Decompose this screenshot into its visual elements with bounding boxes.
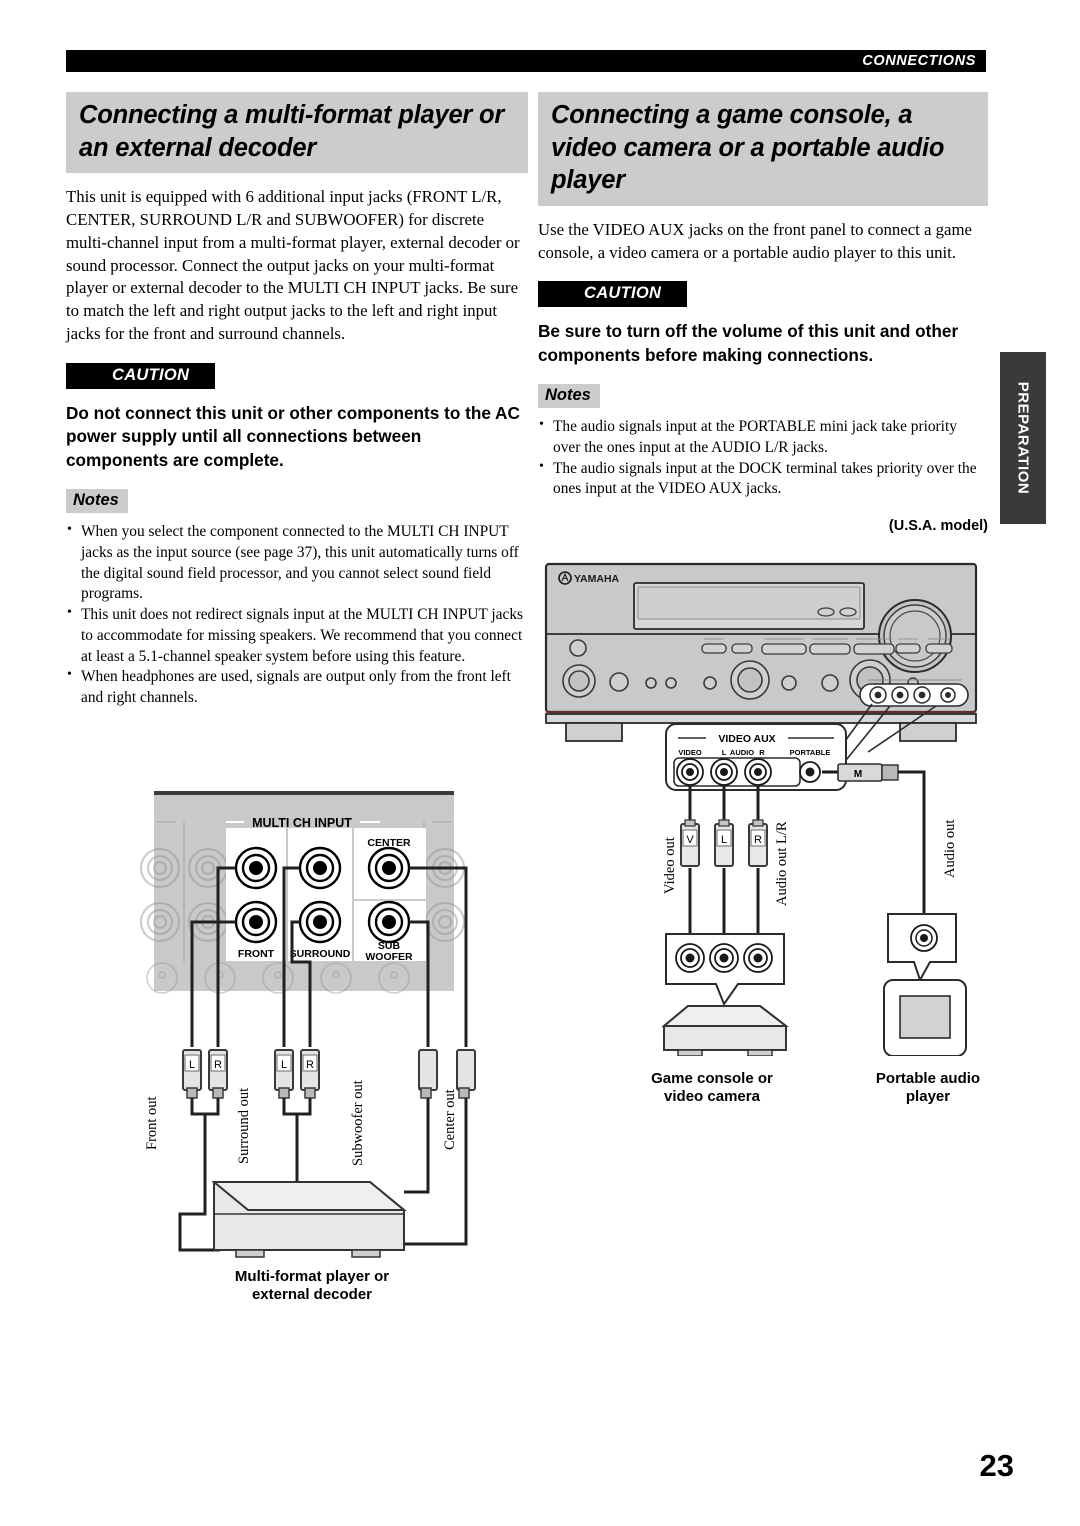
svg-text:L: L	[281, 1059, 287, 1071]
plug-surround-right: R	[300, 1049, 320, 1099]
cable-label-center-out: Center out	[442, 1089, 458, 1150]
right-notes-list: The audio signals input at the PORTABLE …	[538, 416, 988, 500]
svg-text:YAMAHA: YAMAHA	[574, 573, 620, 585]
list-item: The audio signals input at the PORTABLE …	[538, 416, 988, 458]
left-column: Connecting a multi-format player or an e…	[66, 92, 528, 709]
left-caution-text: Do not connect this unit or other compon…	[66, 402, 520, 471]
caption-line-1: Multi-format player or	[234, 1268, 390, 1285]
game-console-caption: Game console or video camera	[622, 1070, 802, 1106]
cable-label-video-out: Video out	[662, 837, 678, 894]
svg-text:V: V	[686, 834, 694, 846]
plug-center	[456, 1049, 476, 1099]
svg-text:L: L	[721, 834, 727, 846]
jack-label-audio-left: L	[722, 748, 727, 757]
cable-label-front-out: Front out	[144, 1096, 160, 1150]
receiver-front-panel: YAMAHA	[544, 562, 978, 742]
jack-label-audio: AUDIO	[730, 748, 754, 757]
chapter-label: CONNECTIONS	[862, 53, 976, 69]
cable-label-audio-out: Audio out	[942, 819, 958, 878]
jack-label-portable: PORTABLE	[790, 748, 831, 757]
svg-text:R: R	[754, 834, 762, 846]
portable-audio-player-caption: Portable audio player	[838, 1070, 1018, 1106]
right-caution-badge: CAUTION	[538, 281, 688, 308]
plug-front-left: L	[182, 1049, 202, 1099]
plug-subwoofer	[418, 1049, 438, 1099]
page-number: 23	[979, 1448, 1014, 1483]
jack-label-subwoofer-2: WOOFER	[365, 951, 413, 963]
jack-label-surround: SURROUND	[290, 948, 351, 960]
svg-text:M: M	[854, 769, 862, 780]
multi-ch-input-diagram: MULTI CH INPUT FRONT SURROUND CENTER SUB…	[132, 782, 492, 1302]
svg-text:L: L	[189, 1059, 195, 1071]
multi-format-player-caption: Multi-format player or external decoder	[132, 1268, 492, 1304]
panel-video-aux-jacks	[859, 679, 969, 707]
svg-text:R: R	[214, 1059, 222, 1071]
portable-audio-player-device	[883, 979, 967, 1056]
cable-label-surround-out: Surround out	[236, 1087, 252, 1164]
plug-video: V	[680, 819, 700, 867]
side-tab-label: PREPARATION	[1014, 381, 1032, 495]
multi-format-player-device	[211, 1181, 407, 1258]
list-item: The audio signals input at the DOCK term…	[538, 458, 988, 500]
model-note: (U.S.A. model)	[888, 518, 988, 535]
caption-line-2: external decoder	[251, 1286, 373, 1303]
left-section-title: Connecting a multi-format player or an e…	[66, 92, 528, 174]
svg-text:R: R	[306, 1059, 314, 1071]
jack-label-front: FRONT	[238, 948, 275, 960]
jack-label-center: CENTER	[367, 837, 411, 849]
video-aux-panel-enlarged: VIDEO AUX VIDEO L AUDIO R PORTABLE	[665, 723, 847, 791]
video-aux-connection-diagram: YAMAHA VIDEO AUX VIDEO L AUDIO R PORTABL…	[538, 556, 998, 1056]
right-section-title: Connecting a game console, a video camer…	[538, 92, 988, 206]
list-item: This unit does not redirect signals inpu…	[66, 604, 528, 667]
caption-line-1: Game console or	[651, 1070, 773, 1087]
right-body-text: Use the VIDEO AUX jacks on the front pan…	[538, 219, 973, 262]
plug-audio-left: L	[714, 819, 734, 867]
right-notes-badge: Notes	[538, 384, 600, 409]
jack-label-video: VIDEO	[678, 748, 702, 757]
multi-ch-input-panel-label: MULTI CH INPUT	[252, 816, 352, 830]
plug-audio-right: R	[748, 819, 768, 867]
list-item: When you select the component connected …	[66, 521, 528, 605]
left-caution-badge: CAUTION	[66, 362, 216, 389]
game-console-jack-block	[665, 933, 785, 1007]
plug-surround-left: L	[274, 1049, 294, 1099]
cable-label-audio-out-lr: Audio out L/R	[774, 821, 790, 906]
caption-line-1: Portable audio	[875, 1070, 981, 1087]
cable-label-subwoofer-out: Subwoofer out	[350, 1080, 366, 1166]
right-caution-text: Be sure to turn off the volume of this u…	[538, 321, 959, 366]
portable-player-jack-block	[887, 913, 957, 983]
list-item: When headphones are used, signals are ou…	[66, 666, 528, 708]
caption-line-2: video camera	[664, 1088, 760, 1105]
video-aux-panel-label: VIDEO AUX	[718, 733, 775, 745]
left-notes-badge: Notes	[66, 489, 128, 514]
game-console-device	[661, 1005, 789, 1056]
right-column: Connecting a game console, a video camer…	[538, 92, 988, 534]
caption-line-2: player	[905, 1088, 951, 1105]
jack-label-audio-right: R	[759, 748, 765, 757]
side-tab-preparation: PREPARATION	[1000, 352, 1046, 524]
running-head-bar: CONNECTIONS	[66, 50, 986, 72]
plug-front-right: R	[208, 1049, 228, 1099]
volume-knob	[878, 599, 952, 673]
left-body-text: This unit is equipped with 6 additional …	[66, 187, 520, 343]
left-notes-list: When you select the component connected …	[66, 521, 528, 708]
